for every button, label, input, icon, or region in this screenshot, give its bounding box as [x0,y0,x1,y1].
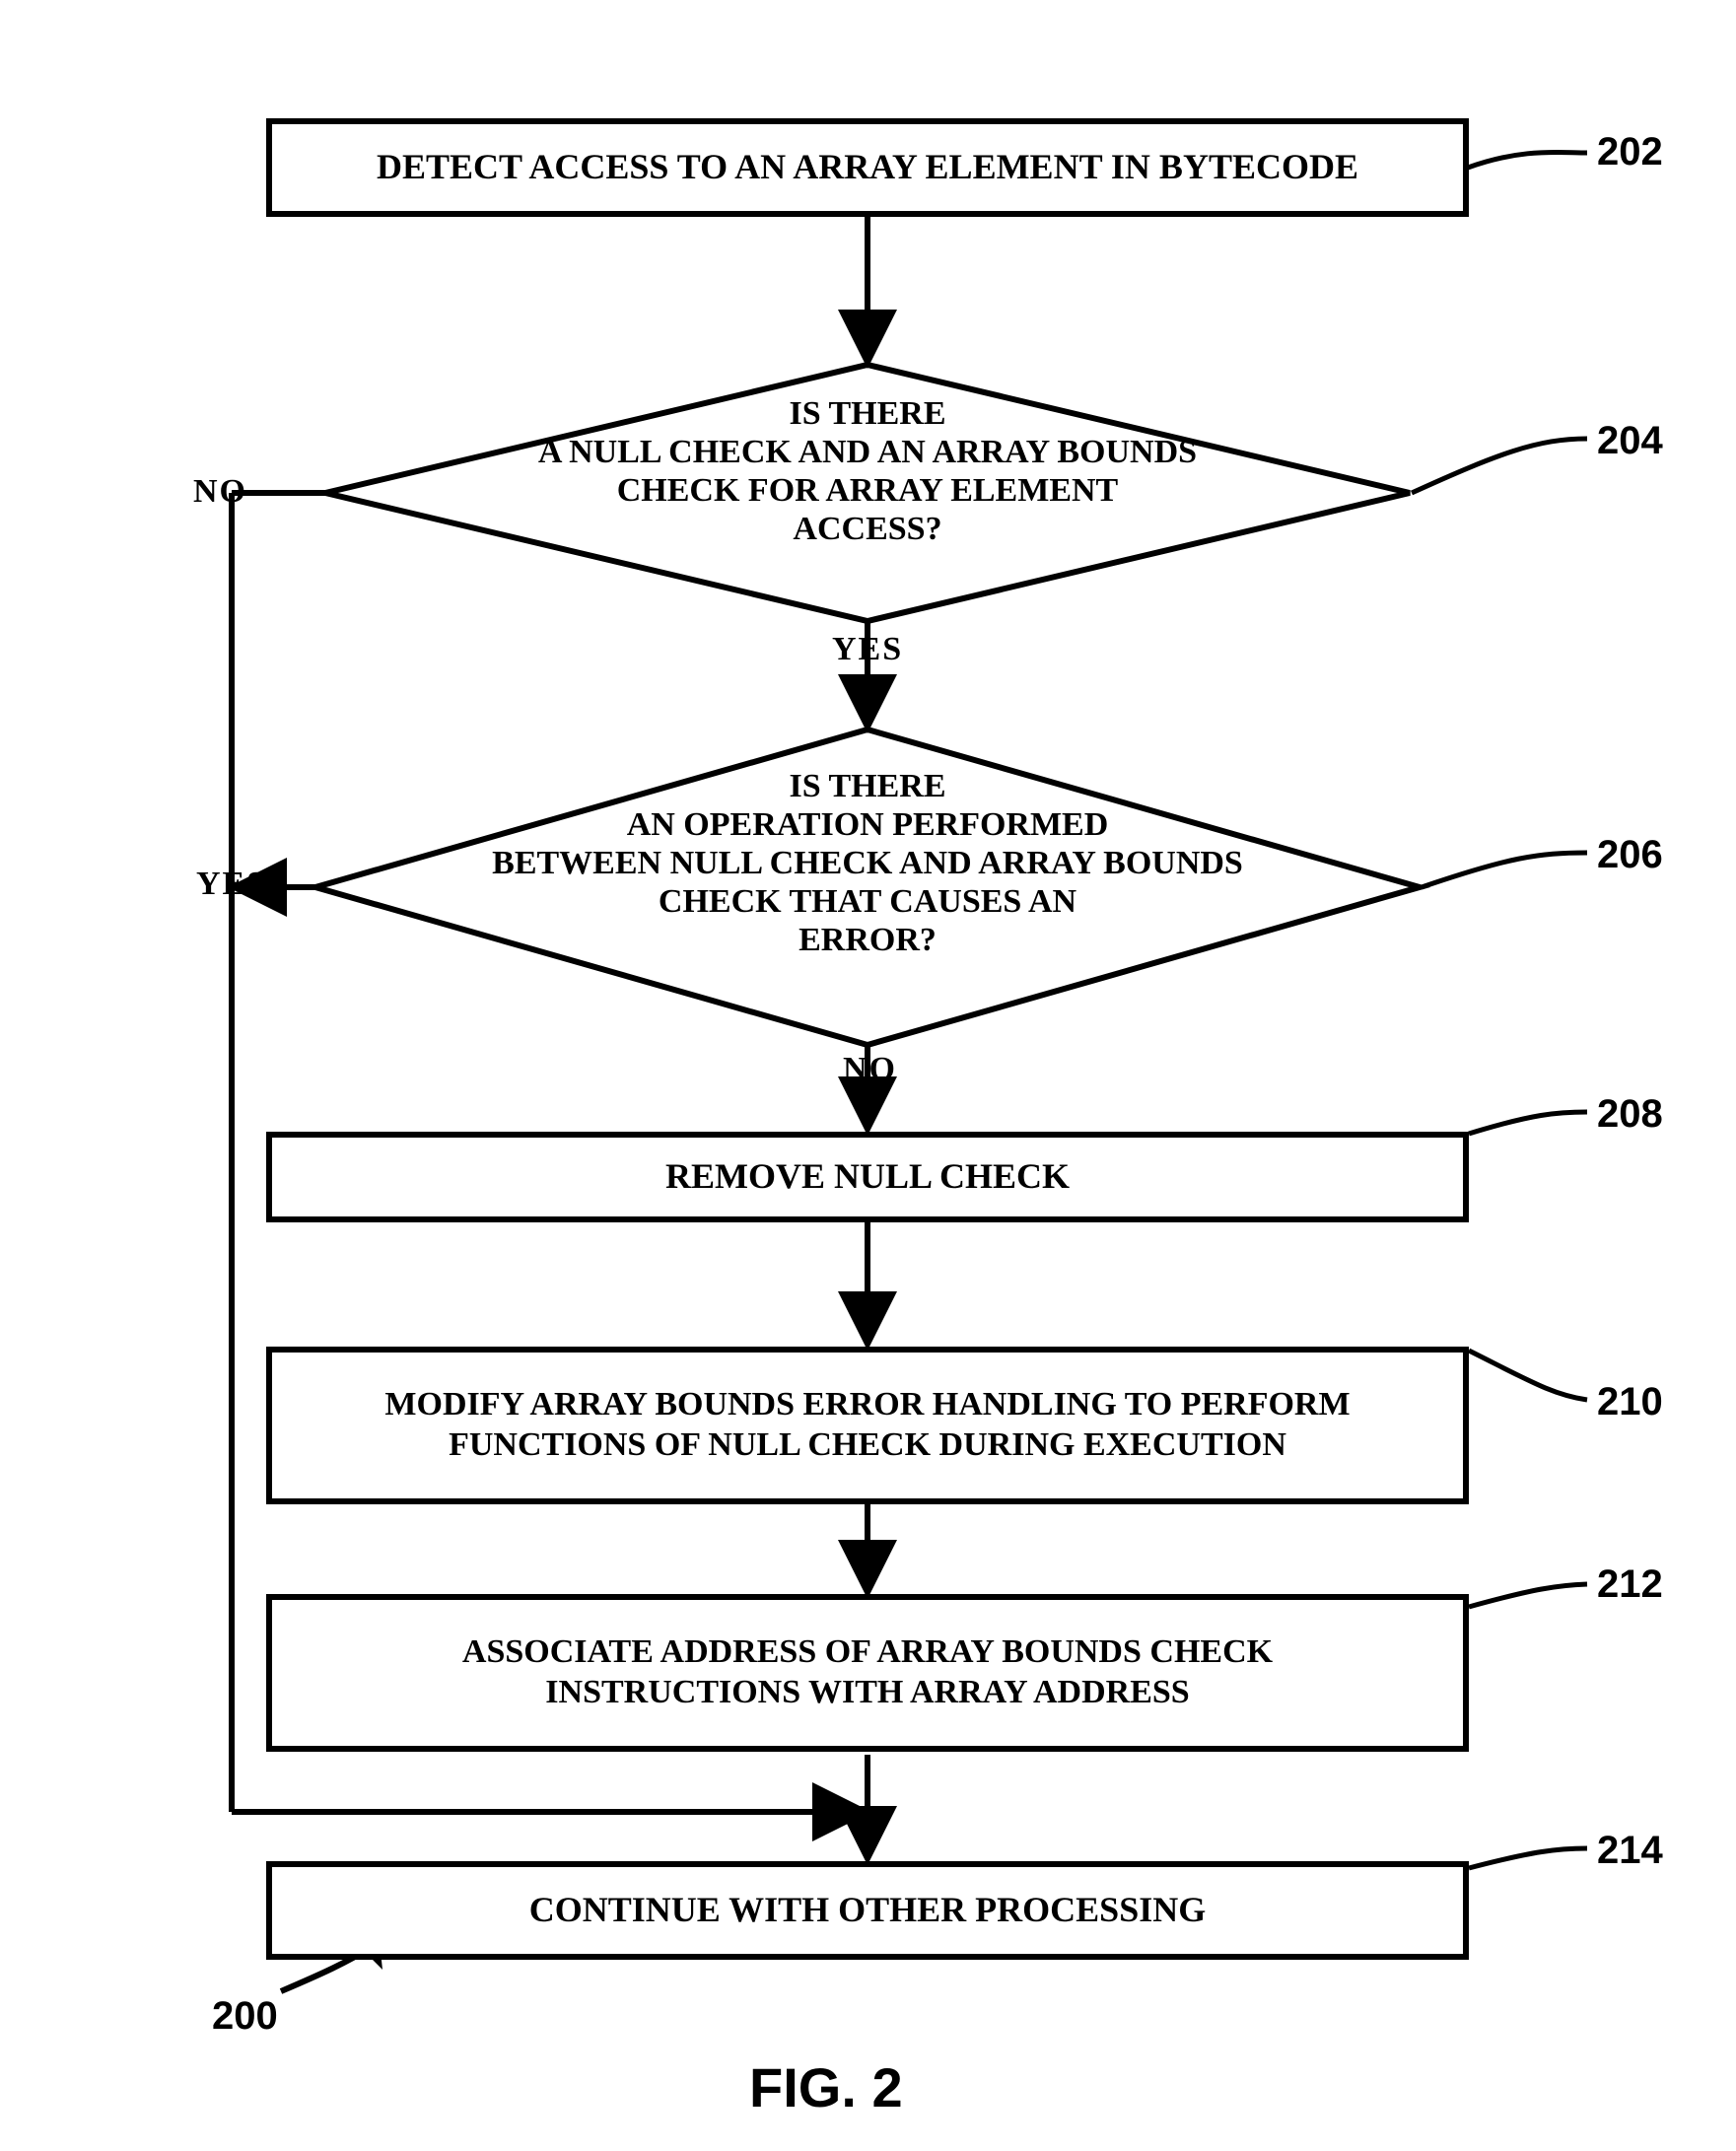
step-214-text: CONTINUE WITH OTHER PROCESSING [529,1889,1206,1931]
step-212-text: ASSOCIATE ADDRESS OF ARRAY BOUNDS CHECK … [331,1632,1404,1713]
figure-caption: FIG. 2 [749,2055,903,2119]
ref-202: 202 [1597,130,1663,174]
step-remove-null-check: REMOVE NULL CHECK [266,1132,1469,1222]
decision-op-between-checks: IS THERE AN OPERATION PERFORMED BETWEEN … [439,767,1296,959]
decision-204-text: IS THERE A NULL CHECK AND AN ARRAY BOUND… [538,395,1197,547]
ref-208: 208 [1597,1092,1663,1137]
branch-label-204-no: NO [193,473,247,511]
branch-label-206-yes: YES [196,866,267,903]
step-208-text: REMOVE NULL CHECK [665,1155,1070,1198]
ref-210: 210 [1597,1380,1663,1424]
step-continue-processing: CONTINUE WITH OTHER PROCESSING [266,1861,1469,1960]
ref-206: 206 [1597,833,1663,877]
step-detect-access: DETECT ACCESS TO AN ARRAY ELEMENT IN BYT… [266,118,1469,217]
decision-null-and-bounds-check: IS THERE A NULL CHECK AND AN ARRAY BOUND… [473,394,1262,548]
ref-214: 214 [1597,1829,1663,1873]
ref-212: 212 [1597,1562,1663,1607]
step-modify-error-handling: MODIFY ARRAY BOUNDS ERROR HANDLING TO PE… [266,1347,1469,1504]
decision-206-text: IS THERE AN OPERATION PERFORMED BETWEEN … [492,768,1243,958]
branch-label-204-yes: YES [832,631,903,668]
ref-204: 204 [1597,419,1663,463]
step-detect-access-text: DETECT ACCESS TO AN ARRAY ELEMENT IN BYT… [377,146,1358,188]
step-associate-address: ASSOCIATE ADDRESS OF ARRAY BOUNDS CHECK … [266,1594,1469,1752]
ref-200: 200 [212,1994,278,2039]
branch-label-206-no: NO [843,1051,897,1088]
step-210-text: MODIFY ARRAY BOUNDS ERROR HANDLING TO PE… [302,1385,1433,1466]
